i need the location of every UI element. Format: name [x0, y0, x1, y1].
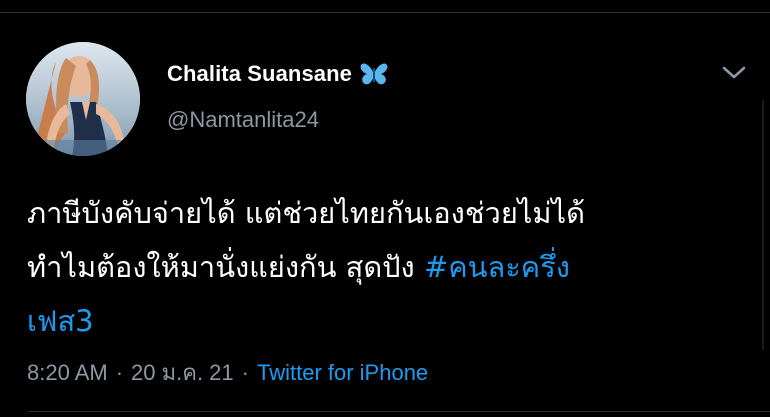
tweet-source-link[interactable]: Twitter for iPhone — [257, 360, 428, 386]
bottom-divider — [28, 411, 770, 412]
author-display-name[interactable]: Chalita Suansane — [167, 61, 352, 87]
meta-separator: · — [115, 359, 124, 385]
tweet-meta: 8:20 AM · 20 ม.ค. 21 · Twitter for iPhon… — [27, 355, 428, 390]
tweet-text-line: ทำไมต้องให้มานั่งแย่งกัน สุดปัง #คนละครึ… — [27, 240, 752, 294]
hashtag-link-continued[interactable]: เฟส3 — [27, 294, 752, 348]
hashtag-link[interactable]: #คนละครึ่ง — [424, 250, 570, 284]
tweet-date[interactable]: 20 ม.ค. 21 — [131, 355, 234, 390]
chevron-down-icon[interactable] — [720, 60, 748, 84]
profile-avatar[interactable] — [26, 42, 140, 156]
tweet-text: ภาษีบังคับจ่ายได้ แต่ช่วยไทยกันเองช่วยไม… — [27, 186, 752, 348]
tweet-time[interactable]: 8:20 AM — [27, 360, 108, 386]
author-handle[interactable]: @Namtanlita24 — [167, 107, 319, 133]
meta-separator: · — [241, 359, 249, 385]
butterfly-icon — [359, 62, 389, 86]
author-name-row[interactable]: Chalita Suansane — [167, 58, 389, 90]
tweet-text-line: ภาษีบังคับจ่ายได้ แต่ช่วยไทยกันเองช่วยไม… — [27, 196, 585, 230]
right-edge-divider — [762, 100, 764, 350]
tweet-text-segment: ทำไมต้องให้มานั่งแย่งกัน สุดปัง — [27, 250, 424, 284]
top-divider — [0, 12, 770, 13]
